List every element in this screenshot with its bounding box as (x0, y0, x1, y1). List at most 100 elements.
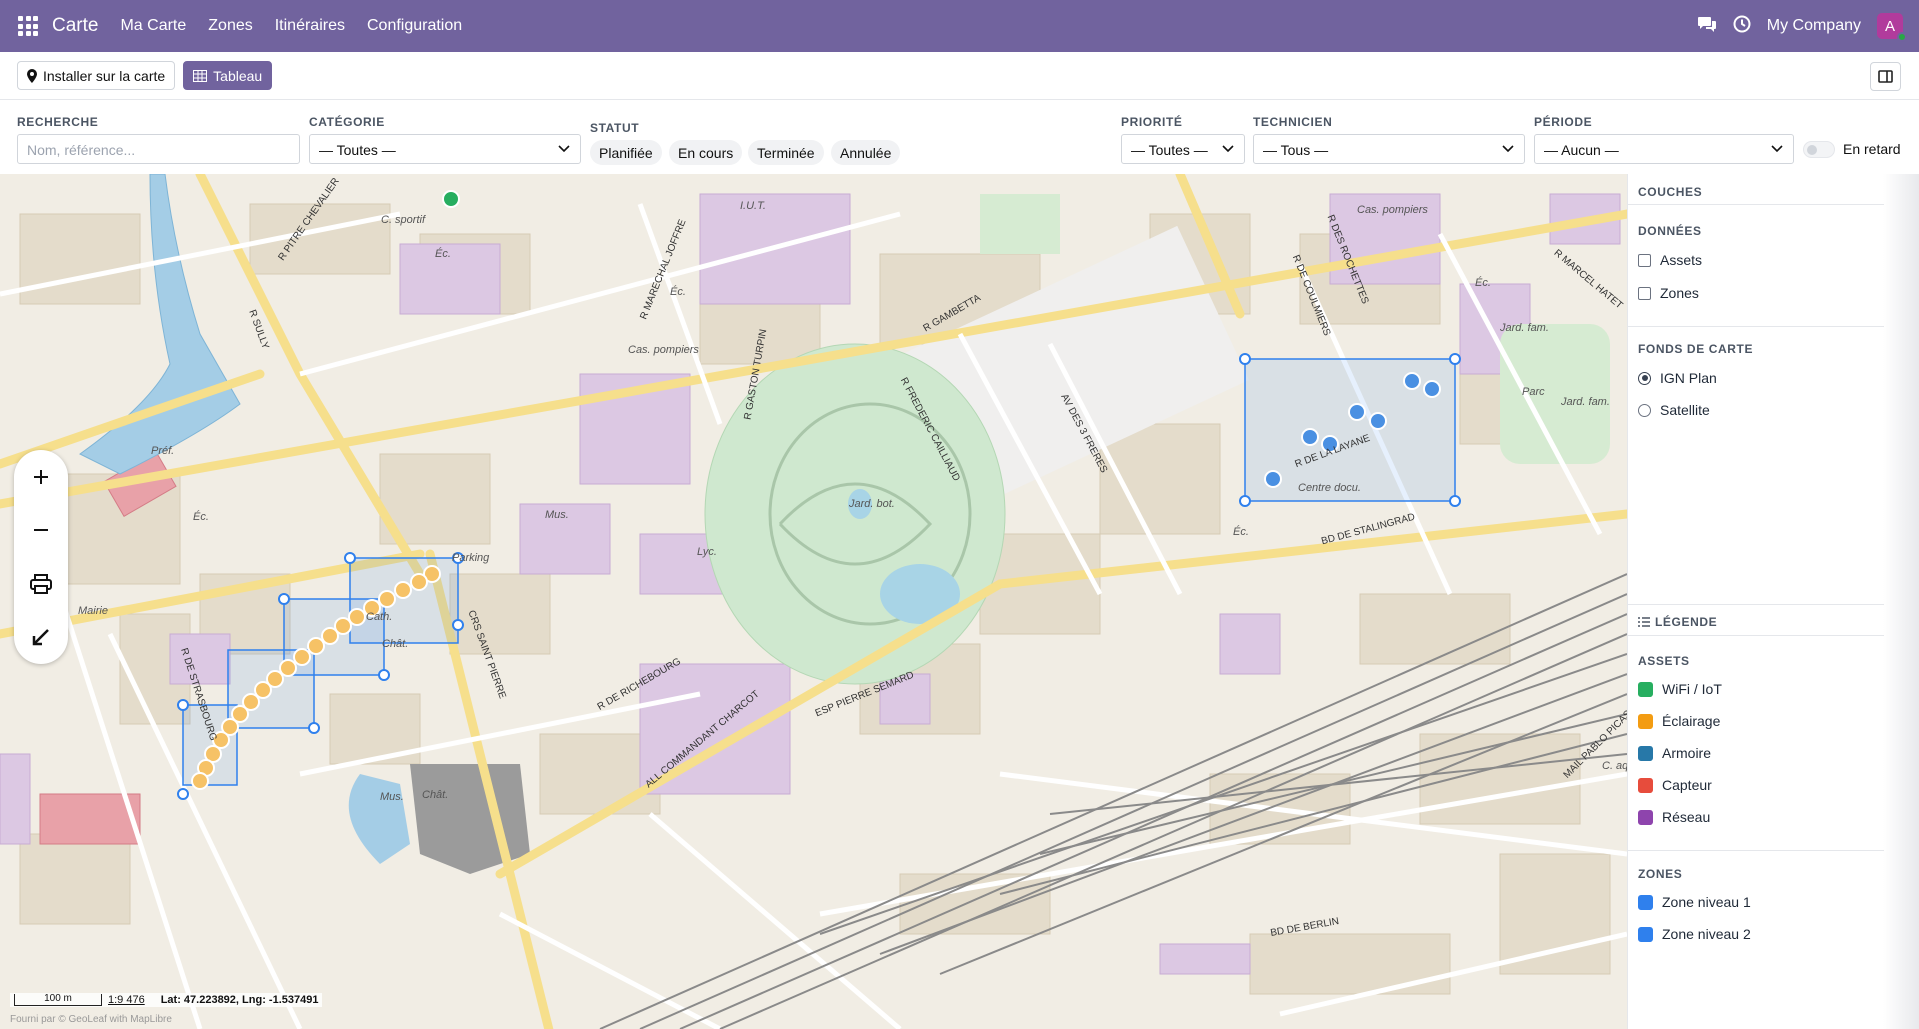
legend-header: LÉGENDE (1638, 615, 1717, 629)
layer-assets[interactable]: Assets (1638, 252, 1702, 268)
swatch-zone-2 (1638, 926, 1653, 942)
legend-item-capteur: Capteur (1638, 777, 1712, 793)
legend-label: Armoire (1662, 745, 1712, 761)
table-view-button[interactable]: Tableau (183, 61, 273, 90)
layer-zones[interactable]: Zones (1638, 285, 1699, 301)
search-label: RECHERCHE (17, 115, 99, 129)
chevron-down-icon (1222, 145, 1234, 153)
apps-grid-icon[interactable] (18, 16, 38, 36)
status-en-cours[interactable]: En cours (669, 140, 743, 165)
place-label: Chât. (422, 789, 449, 801)
place-label: Cas. pompiers (628, 344, 699, 356)
ign-plan-radio[interactable] (1638, 371, 1651, 385)
place-label: Mus. (380, 791, 404, 803)
technician-value: — Tous — (1263, 142, 1329, 158)
chevron-down-icon (558, 145, 570, 153)
satellite-radio[interactable] (1638, 403, 1651, 417)
menu-ma-carte[interactable]: Ma Carte (120, 17, 186, 35)
place-label: Mus. (545, 509, 569, 521)
priority-select[interactable]: — Toutes — (1121, 134, 1245, 164)
place-label: Centre docu. (1298, 482, 1361, 494)
place-label: Jard. fam. (1561, 396, 1610, 408)
legend-item-zone-2: Zone niveau 2 (1638, 926, 1751, 942)
late-toggle[interactable] (1803, 141, 1835, 158)
zoom-in-button[interactable] (14, 450, 68, 504)
install-label: Installer sur la carte (43, 67, 166, 84)
zoom-out-button[interactable] (14, 503, 68, 557)
minus-icon (34, 529, 48, 531)
period-value: — Aucun — (1544, 142, 1619, 158)
search-input[interactable]: Nom, référence... (17, 134, 300, 164)
scale-bar: 100 m 1:9 476 Lat: 47.223892, Lng: -1.53… (10, 993, 323, 1007)
split-layout-icon (1878, 70, 1893, 83)
legend-label: Réseau (1662, 809, 1711, 825)
swatch-armoire (1638, 745, 1653, 761)
basemap-ign-plan[interactable]: IGN Plan (1638, 370, 1717, 386)
map-controls (14, 450, 68, 664)
place-label: Cath. (366, 611, 393, 623)
table-icon (193, 69, 208, 82)
basemap-satellite[interactable]: Satellite (1638, 402, 1710, 418)
avatar-letter: A (1884, 17, 1895, 35)
app-title[interactable]: Carte (52, 15, 98, 37)
place-label: C. sportif (381, 214, 426, 226)
place-label: Éc. (193, 511, 209, 523)
chat-icon[interactable] (1697, 15, 1717, 38)
priority-value: — Toutes — (1131, 142, 1208, 158)
place-label: Parc (1522, 386, 1545, 398)
ruler-icon (32, 629, 49, 646)
technician-select[interactable]: — Tous — (1253, 134, 1525, 164)
chevron-down-icon (1502, 145, 1514, 153)
period-label: PÉRIODE (1534, 115, 1593, 129)
map-canvas[interactable]: C. sportif Éc. I.U.T. Éc. Cas. pompiers … (0, 174, 1627, 1029)
place-label: Éc. (1475, 277, 1491, 289)
menu-configuration[interactable]: Configuration (367, 17, 462, 35)
place-label: Lyc. (697, 546, 717, 558)
divider (1628, 635, 1884, 636)
satellite-label: Satellite (1660, 402, 1710, 418)
basemap-title: FONDS DE CARTE (1638, 342, 1754, 356)
legend-label: Capteur (1662, 777, 1712, 793)
plus-icon (34, 470, 48, 484)
status-annulee[interactable]: Annulée (831, 140, 901, 165)
scale-ratio: 1:9 476 (108, 994, 145, 1006)
divider (1628, 326, 1884, 327)
company-switcher[interactable]: My Company (1767, 17, 1861, 35)
layers-title: COUCHES (1638, 185, 1703, 199)
table-label: Tableau (213, 67, 263, 84)
scale-length: 100 m (14, 994, 102, 1006)
measure-button[interactable] (14, 610, 68, 664)
print-button[interactable] (14, 557, 68, 611)
layout-toggle-button[interactable] (1870, 62, 1901, 91)
filters-bar: RECHERCHE Nom, référence... CATÉGORIE — … (0, 100, 1919, 174)
status-label: STATUT (590, 121, 640, 135)
user-avatar[interactable]: A (1877, 13, 1907, 42)
map-tiles (0, 174, 1627, 1029)
install-on-map-button[interactable]: Installer sur la carte (17, 61, 176, 90)
divider (1628, 850, 1884, 851)
legend-label: Zone niveau 2 (1662, 926, 1751, 942)
place-label: Préf. (151, 445, 175, 457)
legend-item-armoire: Armoire (1638, 745, 1711, 761)
clock-icon[interactable] (1733, 15, 1751, 38)
layers-panel: COUCHES DONNÉES Assets Zones FONDS DE CA… (1627, 174, 1919, 1029)
menu-zones[interactable]: Zones (208, 17, 252, 35)
place-label: Jard. fam. (1500, 322, 1549, 334)
place-label: Chât. (382, 638, 409, 650)
status-planifiee[interactable]: Planifiée (590, 140, 662, 165)
menu-itineraires[interactable]: Itinéraires (275, 17, 345, 35)
period-select[interactable]: — Aucun — (1534, 134, 1794, 164)
status-terminee[interactable]: Terminée (748, 140, 824, 165)
legend-label: WiFi / IoT (1662, 681, 1722, 697)
map-attribution[interactable]: Fourni par © GeoLeaf with MapLibre (10, 1014, 172, 1025)
legend-title: LÉGENDE (1655, 615, 1718, 629)
zones-checkbox[interactable] (1638, 286, 1651, 300)
data-title: DONNÉES (1638, 224, 1702, 238)
printer-icon (30, 574, 52, 594)
place-label: I.U.T. (740, 200, 766, 212)
category-label: CATÉGORIE (309, 115, 385, 129)
legend-item-wifi: WiFi / IoT (1638, 681, 1722, 697)
assets-checkbox[interactable] (1638, 253, 1651, 267)
place-label: Jard. bot. (849, 498, 895, 510)
category-select[interactable]: — Toutes — (309, 134, 581, 164)
